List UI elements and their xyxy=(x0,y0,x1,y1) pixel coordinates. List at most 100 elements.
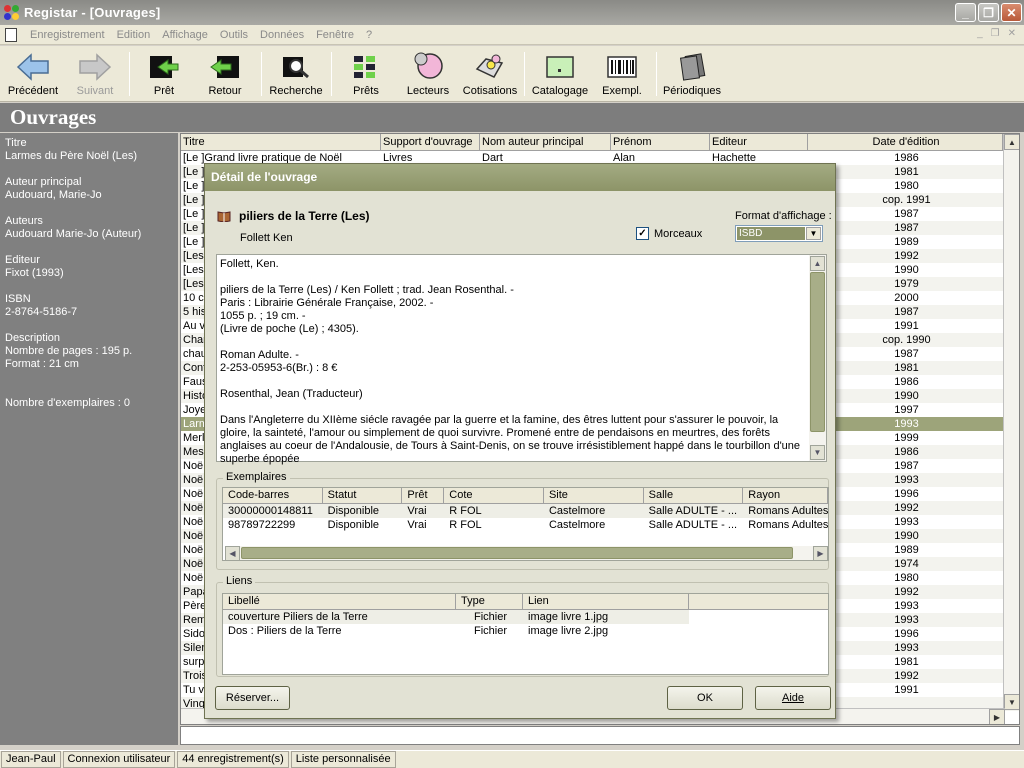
loans-button[interactable]: Prêts xyxy=(346,46,386,102)
minimize-button[interactable]: _ xyxy=(955,3,976,22)
col-pret[interactable]: Prêt xyxy=(402,488,445,503)
row-date: 1980 xyxy=(894,572,919,584)
copies-button[interactable]: Exempl. xyxy=(600,46,644,102)
copy-row[interactable]: 98789722299 Disponible Vrai R FOL Castel… xyxy=(223,518,828,532)
morceaux-checkbox[interactable]: ✓ xyxy=(636,227,649,240)
dialog-title: Détail de l'ouvrage xyxy=(205,164,835,191)
col-titre[interactable]: Titre xyxy=(181,134,381,150)
col-salle[interactable]: Salle xyxy=(644,488,744,503)
row-date: 1989 xyxy=(894,544,919,556)
col-lien[interactable]: Lien xyxy=(523,594,689,609)
book-icon xyxy=(217,210,231,223)
periodicals-button[interactable]: Périodiques xyxy=(662,46,722,102)
return-button[interactable]: Retour xyxy=(203,46,247,102)
document-icon[interactable] xyxy=(5,27,17,42)
publisher-value: Fixot (1993) xyxy=(5,267,64,279)
scroll-up-icon[interactable]: ▲ xyxy=(810,256,825,271)
mdi-restore-icon[interactable]: ❐ xyxy=(991,28,1000,39)
menu-help[interactable]: ? xyxy=(360,29,378,41)
reserve-button[interactable]: Réserver... xyxy=(215,686,290,710)
scroll-down-icon[interactable]: ▼ xyxy=(810,445,825,460)
publisher-label: Editeur xyxy=(5,254,40,266)
link-row[interactable]: couverture Piliers de la Terre Fichier i… xyxy=(223,610,828,624)
grid-header: Titre Support d'ouvrage Nom auteur princ… xyxy=(181,134,1019,151)
readers-button[interactable]: Lecteurs xyxy=(404,46,452,102)
mdi-close-icon[interactable]: ✕ xyxy=(1008,28,1016,39)
mdi-minimize-icon[interactable]: _ xyxy=(977,28,983,39)
scroll-thumb[interactable] xyxy=(810,272,825,432)
row-date: 1996 xyxy=(894,628,919,640)
help-button[interactable]: Aide xyxy=(755,686,831,710)
status-bar: Jean-Paul Connexion utilisateur 44 enreg… xyxy=(0,750,1024,768)
grid-footer xyxy=(180,726,1020,745)
row-date: 1990 xyxy=(894,530,919,542)
ok-button[interactable]: OK xyxy=(667,686,743,710)
isbn-label: ISBN xyxy=(5,293,31,305)
scroll-up-icon[interactable]: ▲ xyxy=(1004,134,1019,150)
toolbar: Précédent Suivant Prêt Retour Recherche … xyxy=(0,46,1024,102)
link-row[interactable]: Dos : Piliers de la Terre Fichier image … xyxy=(223,624,828,638)
copies-horizontal-scrollbar[interactable]: ◀ ▶ xyxy=(225,546,828,560)
row-date: 1993 xyxy=(894,614,919,626)
col-date[interactable]: Date d'édition xyxy=(808,134,1003,150)
row-date: 1989 xyxy=(894,236,919,248)
format-value: Format : 21 cm xyxy=(5,358,79,370)
window-title: Registar - [Ouvrages] xyxy=(24,5,161,20)
scroll-left-icon[interactable]: ◀ xyxy=(225,546,240,560)
row-date: 1981 xyxy=(894,362,919,374)
row-date: 1999 xyxy=(894,432,919,444)
format-select[interactable]: ISBD ▼ xyxy=(735,225,823,242)
copies-group: Exemplaires Code-barres Statut Prêt Cote… xyxy=(216,471,829,570)
menu-fenetre[interactable]: Fenêtre xyxy=(310,29,360,41)
col-rayon[interactable]: Rayon xyxy=(743,488,828,503)
title-bar: Registar - [Ouvrages] _ ❐ ✕ xyxy=(0,0,1024,25)
copy-row[interactable]: 30000000148811 Disponible Vrai R FOL Cas… xyxy=(223,504,828,518)
status-records: 44 enregistrement(s) xyxy=(177,751,289,768)
grid-vertical-scrollbar[interactable]: ▲ ▼ xyxy=(1003,134,1019,710)
loans-icon xyxy=(351,50,381,84)
col-statut[interactable]: Statut xyxy=(323,488,403,503)
catalog-icon xyxy=(544,50,576,84)
next-button[interactable]: Suivant xyxy=(70,46,120,102)
scroll-down-icon[interactable]: ▼ xyxy=(1004,694,1019,710)
col-code-barres[interactable]: Code-barres xyxy=(223,488,323,503)
isbd-scrollbar[interactable]: ▲ ▼ xyxy=(809,255,826,461)
pages-value: Nombre de pages : 195 p. xyxy=(5,345,133,357)
search-button[interactable]: Recherche xyxy=(267,46,325,102)
col-cote[interactable]: Cote xyxy=(444,488,544,503)
fees-button[interactable]: Cotisations xyxy=(461,46,519,102)
previous-button[interactable]: Précédent xyxy=(6,46,60,102)
col-type[interactable]: Type xyxy=(456,594,523,609)
row-date: 1987 xyxy=(894,306,919,318)
copies-list: Code-barres Statut Prêt Cote Site Salle … xyxy=(222,487,829,561)
menu-edition[interactable]: Edition xyxy=(111,29,157,41)
row-date: 1992 xyxy=(894,670,919,682)
menu-affichage[interactable]: Affichage xyxy=(156,29,214,41)
col-site[interactable]: Site xyxy=(544,488,644,503)
row-date: 1987 xyxy=(894,348,919,360)
row-date: 1980 xyxy=(894,180,919,192)
row-date: 1992 xyxy=(894,250,919,262)
menu-donnees[interactable]: Données xyxy=(254,29,310,41)
close-button[interactable]: ✕ xyxy=(1001,3,1022,22)
col-editeur[interactable]: Editeur xyxy=(710,134,808,150)
chevron-down-icon[interactable]: ▼ xyxy=(806,227,821,240)
isbd-text[interactable]: Follett, Ken. piliers de la Terre (Les) … xyxy=(216,254,827,465)
col-nom-auteur[interactable]: Nom auteur principal xyxy=(480,134,611,150)
loan-button[interactable]: Prêt xyxy=(142,46,186,102)
readers-icon xyxy=(412,50,444,84)
col-libelle[interactable]: Libellé xyxy=(223,594,456,609)
menu-outils[interactable]: Outils xyxy=(214,29,254,41)
scroll-right-icon[interactable]: ▶ xyxy=(813,546,828,560)
catalog-button[interactable]: Catalogage xyxy=(530,46,590,102)
col-support[interactable]: Support d'ouvrage xyxy=(381,134,480,150)
book-author: Follett Ken xyxy=(240,232,293,244)
scroll-right-icon[interactable]: ▶ xyxy=(989,709,1005,724)
row-date: 1990 xyxy=(894,264,919,276)
col-prenom[interactable]: Prénom xyxy=(611,134,710,150)
row-date: 1992 xyxy=(894,586,919,598)
menu-enregistrement[interactable]: Enregistrement xyxy=(24,29,111,41)
maximize-button[interactable]: ❐ xyxy=(978,3,999,22)
periodicals-icon xyxy=(676,50,708,84)
scroll-thumb[interactable] xyxy=(241,547,793,559)
